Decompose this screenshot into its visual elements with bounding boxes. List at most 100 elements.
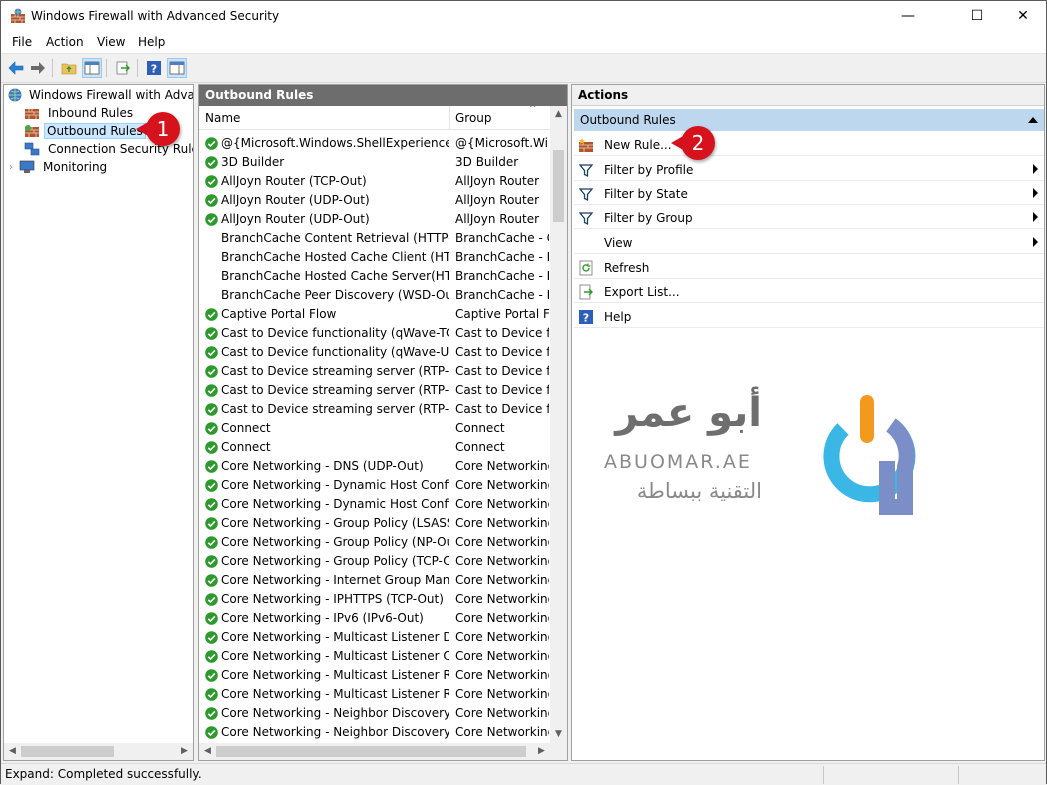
show-hide-console-tree-button[interactable] <box>82 58 102 78</box>
rule-group-cell: BranchCache - Ho <box>455 269 549 283</box>
menu-action[interactable]: Action <box>46 35 84 49</box>
export-list-button[interactable] <box>113 58 133 78</box>
rule-group-cell: BranchCache - Ho <box>455 250 549 264</box>
table-row[interactable]: Cast to Device functionality (qWave-TCP.… <box>199 324 549 343</box>
table-row[interactable]: Core Networking - Multicast Listener Rep… <box>199 685 549 704</box>
rule-group-cell: AllJoyn Router <box>455 174 540 188</box>
table-row[interactable]: Core Networking - Group Policy (LSASS-..… <box>199 514 549 533</box>
forward-button[interactable] <box>28 58 48 78</box>
table-row[interactable]: Core Networking - Neighbor Discovery A..… <box>199 704 549 723</box>
collapse-up-icon[interactable] <box>1028 117 1038 123</box>
scroll-right-icon[interactable]: ▶ <box>176 743 193 760</box>
table-row[interactable]: Core Networking - DNS (UDP-Out) Core Netw… <box>199 457 549 476</box>
column-divider[interactable] <box>449 106 450 130</box>
action-refresh[interactable]: Refresh <box>574 257 1044 279</box>
table-row[interactable]: Core Networking - IPv6 (IPv6-Out) Core Ne… <box>199 609 549 628</box>
scroll-thumb[interactable] <box>216 746 526 757</box>
table-row[interactable]: Cast to Device streaming server (RTP-Str… <box>199 362 549 381</box>
table-row[interactable]: BranchCache Hosted Cache Client (HTT... B… <box>199 248 549 267</box>
title-bar[interactable]: Windows Firewall with Advanced Security … <box>1 1 1046 32</box>
rules-pane-header: Outbound Rules <box>199 85 567 106</box>
table-row[interactable]: AllJoyn Router (UDP-Out) AllJoyn Router <box>199 191 549 210</box>
scroll-thumb[interactable] <box>553 150 564 222</box>
table-row[interactable]: Core Networking - Group Policy (TCP-Out)… <box>199 552 549 571</box>
close-button[interactable]: ✕ <box>1000 1 1046 32</box>
enabled-check-icon <box>205 517 218 530</box>
table-row[interactable]: Connect Connect <box>199 419 549 438</box>
back-button[interactable] <box>6 58 26 78</box>
table-row[interactable]: Cast to Device streaming server (RTP-Str… <box>199 400 549 419</box>
scroll-left-icon[interactable]: ◀ <box>4 743 21 760</box>
up-folder-button[interactable] <box>59 58 79 78</box>
chevron-right-icon[interactable]: › <box>9 162 19 173</box>
scroll-left-icon[interactable]: ◀ <box>199 743 216 760</box>
action-view[interactable]: View <box>574 232 1044 254</box>
action-filter-by-profile[interactable]: Filter by Profile <box>574 159 1044 181</box>
minimize-button[interactable]: — <box>885 1 931 32</box>
scroll-thumb[interactable] <box>21 746 114 757</box>
action-label: Filter by State <box>604 187 688 201</box>
table-row[interactable]: AllJoyn Router (UDP-Out) AllJoyn Router <box>199 210 549 229</box>
enabled-check-icon <box>205 137 218 150</box>
rule-group-cell: 3D Builder <box>455 155 519 169</box>
table-row[interactable]: Core Networking - Dynamic Host Config...… <box>199 495 549 514</box>
abuomar-watermark: أبو عمر ABUOMAR.AE التقنية ببساطة <box>602 385 1032 525</box>
tree-item-outbound-rules[interactable]: Outbound Rules <box>24 122 146 140</box>
maximize-button[interactable]: ☐ <box>954 1 1000 32</box>
refresh-icon <box>579 260 593 276</box>
table-row[interactable]: Cast to Device functionality (qWave-UDP.… <box>199 343 549 362</box>
table-row[interactable]: @{Microsoft.Windows.ShellExperienceH... @… <box>199 134 549 153</box>
scroll-right-icon[interactable]: ▶ <box>533 743 550 760</box>
table-row[interactable]: BranchCache Hosted Cache Server(HTTP... B… <box>199 267 549 286</box>
action-filter-by-group[interactable]: Filter by Group <box>574 207 1044 229</box>
table-row[interactable]: Core Networking - IPHTTPS (TCP-Out) Core … <box>199 590 549 609</box>
tree-item-monitoring[interactable]: › Monitoring <box>9 158 109 176</box>
table-row[interactable]: Core Networking - Neighbor Discovery S..… <box>199 723 549 742</box>
scroll-down-icon[interactable]: ▼ <box>550 726 567 743</box>
rule-name-cell: BranchCache Content Retrieval (HTTP-O... <box>221 231 449 245</box>
tree-horizontal-scrollbar[interactable]: ◀ ▶ <box>4 743 193 760</box>
tree-root[interactable]: Windows Firewall with Advance <box>7 86 193 104</box>
show-hide-action-pane-button[interactable] <box>167 58 187 78</box>
table-row[interactable]: Core Networking - Multicast Listener Rep… <box>199 666 549 685</box>
table-row[interactable]: Core Networking - Dynamic Host Config...… <box>199 476 549 495</box>
folder-up-icon <box>61 63 77 75</box>
table-row[interactable]: BranchCache Content Retrieval (HTTP-O...… <box>199 229 549 248</box>
column-header-group[interactable]: Group <box>455 111 492 125</box>
rule-name-cell: 3D Builder <box>221 155 285 169</box>
action-help[interactable]: ? Help <box>574 306 1044 328</box>
rule-name-cell: Cast to Device functionality (qWave-TCP.… <box>221 326 449 340</box>
rules-vertical-scrollbar[interactable]: ▲ ▼ <box>550 106 567 743</box>
connection-security-icon <box>24 142 40 156</box>
table-row[interactable]: Captive Portal Flow Captive Portal Flo <box>199 305 549 324</box>
enabled-check-icon <box>205 346 218 359</box>
table-row[interactable]: Core Networking - Internet Group Mana...… <box>199 571 549 590</box>
rule-group-cell: Core Networking <box>455 725 549 739</box>
menu-file[interactable]: File <box>12 35 32 49</box>
menu-view[interactable]: View <box>97 35 125 49</box>
action-export-list[interactable]: Export List... <box>574 281 1044 303</box>
table-row[interactable]: BranchCache Peer Discovery (WSD-Out) Bran… <box>199 286 549 305</box>
table-row[interactable]: Connect Connect <box>199 438 549 457</box>
menu-help[interactable]: Help <box>138 35 165 49</box>
action-new-rule[interactable]: New Rule... <box>574 134 1044 156</box>
scroll-up-icon[interactable]: ▲ <box>550 106 567 123</box>
firewall-globe-icon <box>8 88 22 102</box>
tree-item-inbound-rules[interactable]: Inbound Rules <box>24 104 135 122</box>
table-row[interactable]: AllJoyn Router (TCP-Out) AllJoyn Router <box>199 172 549 191</box>
table-row[interactable]: Core Networking - Multicast Listener Do.… <box>199 628 549 647</box>
rules-horizontal-scrollbar[interactable]: ◀ ▶ <box>199 743 550 760</box>
filter-icon <box>578 164 594 178</box>
help-button[interactable]: ? <box>144 58 164 78</box>
table-row[interactable]: Cast to Device streaming server (RTP-Str… <box>199 381 549 400</box>
action-filter-by-state[interactable]: Filter by State <box>574 183 1044 205</box>
rule-name-cell: Connect <box>221 440 271 454</box>
table-row[interactable]: Core Networking - Group Policy (NP-Out) C… <box>199 533 549 552</box>
rules-pane: Outbound Rules Name Group ^ @{Microsoft.… <box>198 84 568 761</box>
actions-section-outbound-rules[interactable]: Outbound Rules <box>574 109 1044 131</box>
rule-group-cell: Core Networking <box>455 687 549 701</box>
column-header-name[interactable]: Name <box>205 111 240 125</box>
table-row[interactable]: Core Networking - Multicast Listener Qu.… <box>199 647 549 666</box>
table-row[interactable]: 3D Builder 3D Builder <box>199 153 549 172</box>
action-label: Filter by Profile <box>604 163 694 177</box>
